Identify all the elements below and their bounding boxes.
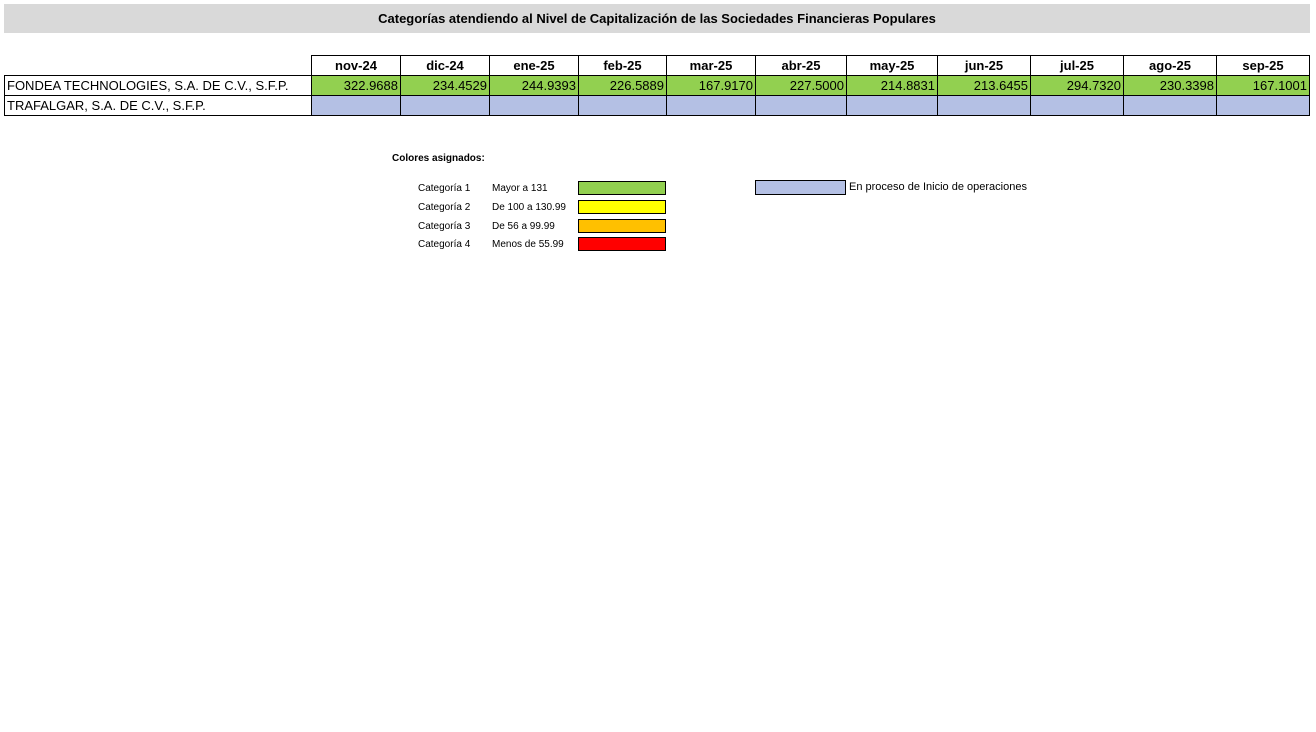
value-cell[interactable]: 322.9688 (311, 75, 401, 96)
legend-range-label: Menos de 55.99 (492, 239, 564, 250)
value-cell[interactable]: 213.6455 (937, 75, 1031, 96)
month-header[interactable]: jul-25 (1030, 55, 1124, 76)
month-header[interactable]: sep-25 (1216, 55, 1310, 76)
month-header[interactable]: dic-24 (400, 55, 490, 76)
month-header[interactable]: ene-25 (489, 55, 579, 76)
value-cell[interactable]: 227.5000 (755, 75, 847, 96)
legend-category-label: Categoría 1 (418, 183, 471, 194)
month-header[interactable]: jun-25 (937, 55, 1031, 76)
month-header[interactable]: feb-25 (578, 55, 667, 76)
month-header[interactable]: may-25 (846, 55, 938, 76)
value-cell[interactable] (578, 95, 667, 116)
value-cell[interactable]: 294.7320 (1030, 75, 1124, 96)
legend-color-swatch (578, 181, 666, 195)
legend-title: Colores asignados: (392, 153, 485, 164)
startup-status-swatch (755, 180, 846, 195)
month-header[interactable]: abr-25 (755, 55, 847, 76)
value-cell[interactable]: 214.8831 (846, 75, 938, 96)
month-header[interactable]: nov-24 (311, 55, 401, 76)
value-cell[interactable] (1030, 95, 1124, 116)
value-cell[interactable]: 167.9170 (666, 75, 756, 96)
month-header-row: nov-24 dic-24 ene-25 feb-25 mar-25 abr-2… (5, 55, 1310, 76)
legend-category-label: Categoría 2 (418, 202, 471, 213)
month-header[interactable]: mar-25 (666, 55, 756, 76)
value-cell[interactable] (400, 95, 490, 116)
month-header[interactable]: ago-25 (1123, 55, 1217, 76)
value-cell[interactable] (1216, 95, 1310, 116)
legend-range-label: De 100 a 130.99 (492, 202, 566, 213)
value-cell[interactable] (489, 95, 579, 116)
value-cell[interactable] (311, 95, 401, 116)
table-row: TRAFALGAR, S.A. DE C.V., S.F.P. (4, 95, 1310, 116)
value-cell[interactable]: 234.4529 (400, 75, 490, 96)
value-cell[interactable]: 230.3398 (1123, 75, 1217, 96)
value-cell[interactable]: 244.9393 (489, 75, 579, 96)
institution-name-cell[interactable]: FONDEA TECHNOLOGIES, S.A. DE C.V., S.F.P… (4, 75, 312, 96)
header-blank-cell (5, 56, 312, 76)
legend-color-swatch (578, 219, 666, 233)
table-row: FONDEA TECHNOLOGIES, S.A. DE C.V., S.F.P… (4, 75, 1310, 96)
value-cell[interactable] (846, 95, 938, 116)
legend-category-label: Categoría 4 (418, 239, 471, 250)
institution-name-cell[interactable]: TRAFALGAR, S.A. DE C.V., S.F.P. (4, 95, 312, 116)
report-title: Categorías atendiendo al Nivel de Capita… (4, 4, 1310, 33)
legend-category-label: Categoría 3 (418, 221, 471, 232)
value-cell[interactable]: 167.1001 (1216, 75, 1310, 96)
value-cell[interactable] (666, 95, 756, 116)
legend-color-swatch (578, 237, 666, 251)
legend-range-label: Mayor a 131 (492, 183, 548, 194)
value-cell[interactable] (937, 95, 1031, 116)
value-cell[interactable] (755, 95, 847, 116)
legend-range-label: De 56 a 99.99 (492, 221, 555, 232)
startup-status-label: En proceso de Inicio de operaciones (849, 181, 1027, 193)
capitalization-table: nov-24 dic-24 ene-25 feb-25 mar-25 abr-2… (4, 55, 1310, 116)
value-cell[interactable]: 226.5889 (578, 75, 667, 96)
value-cell[interactable] (1123, 95, 1217, 116)
legend-color-swatch (578, 200, 666, 214)
